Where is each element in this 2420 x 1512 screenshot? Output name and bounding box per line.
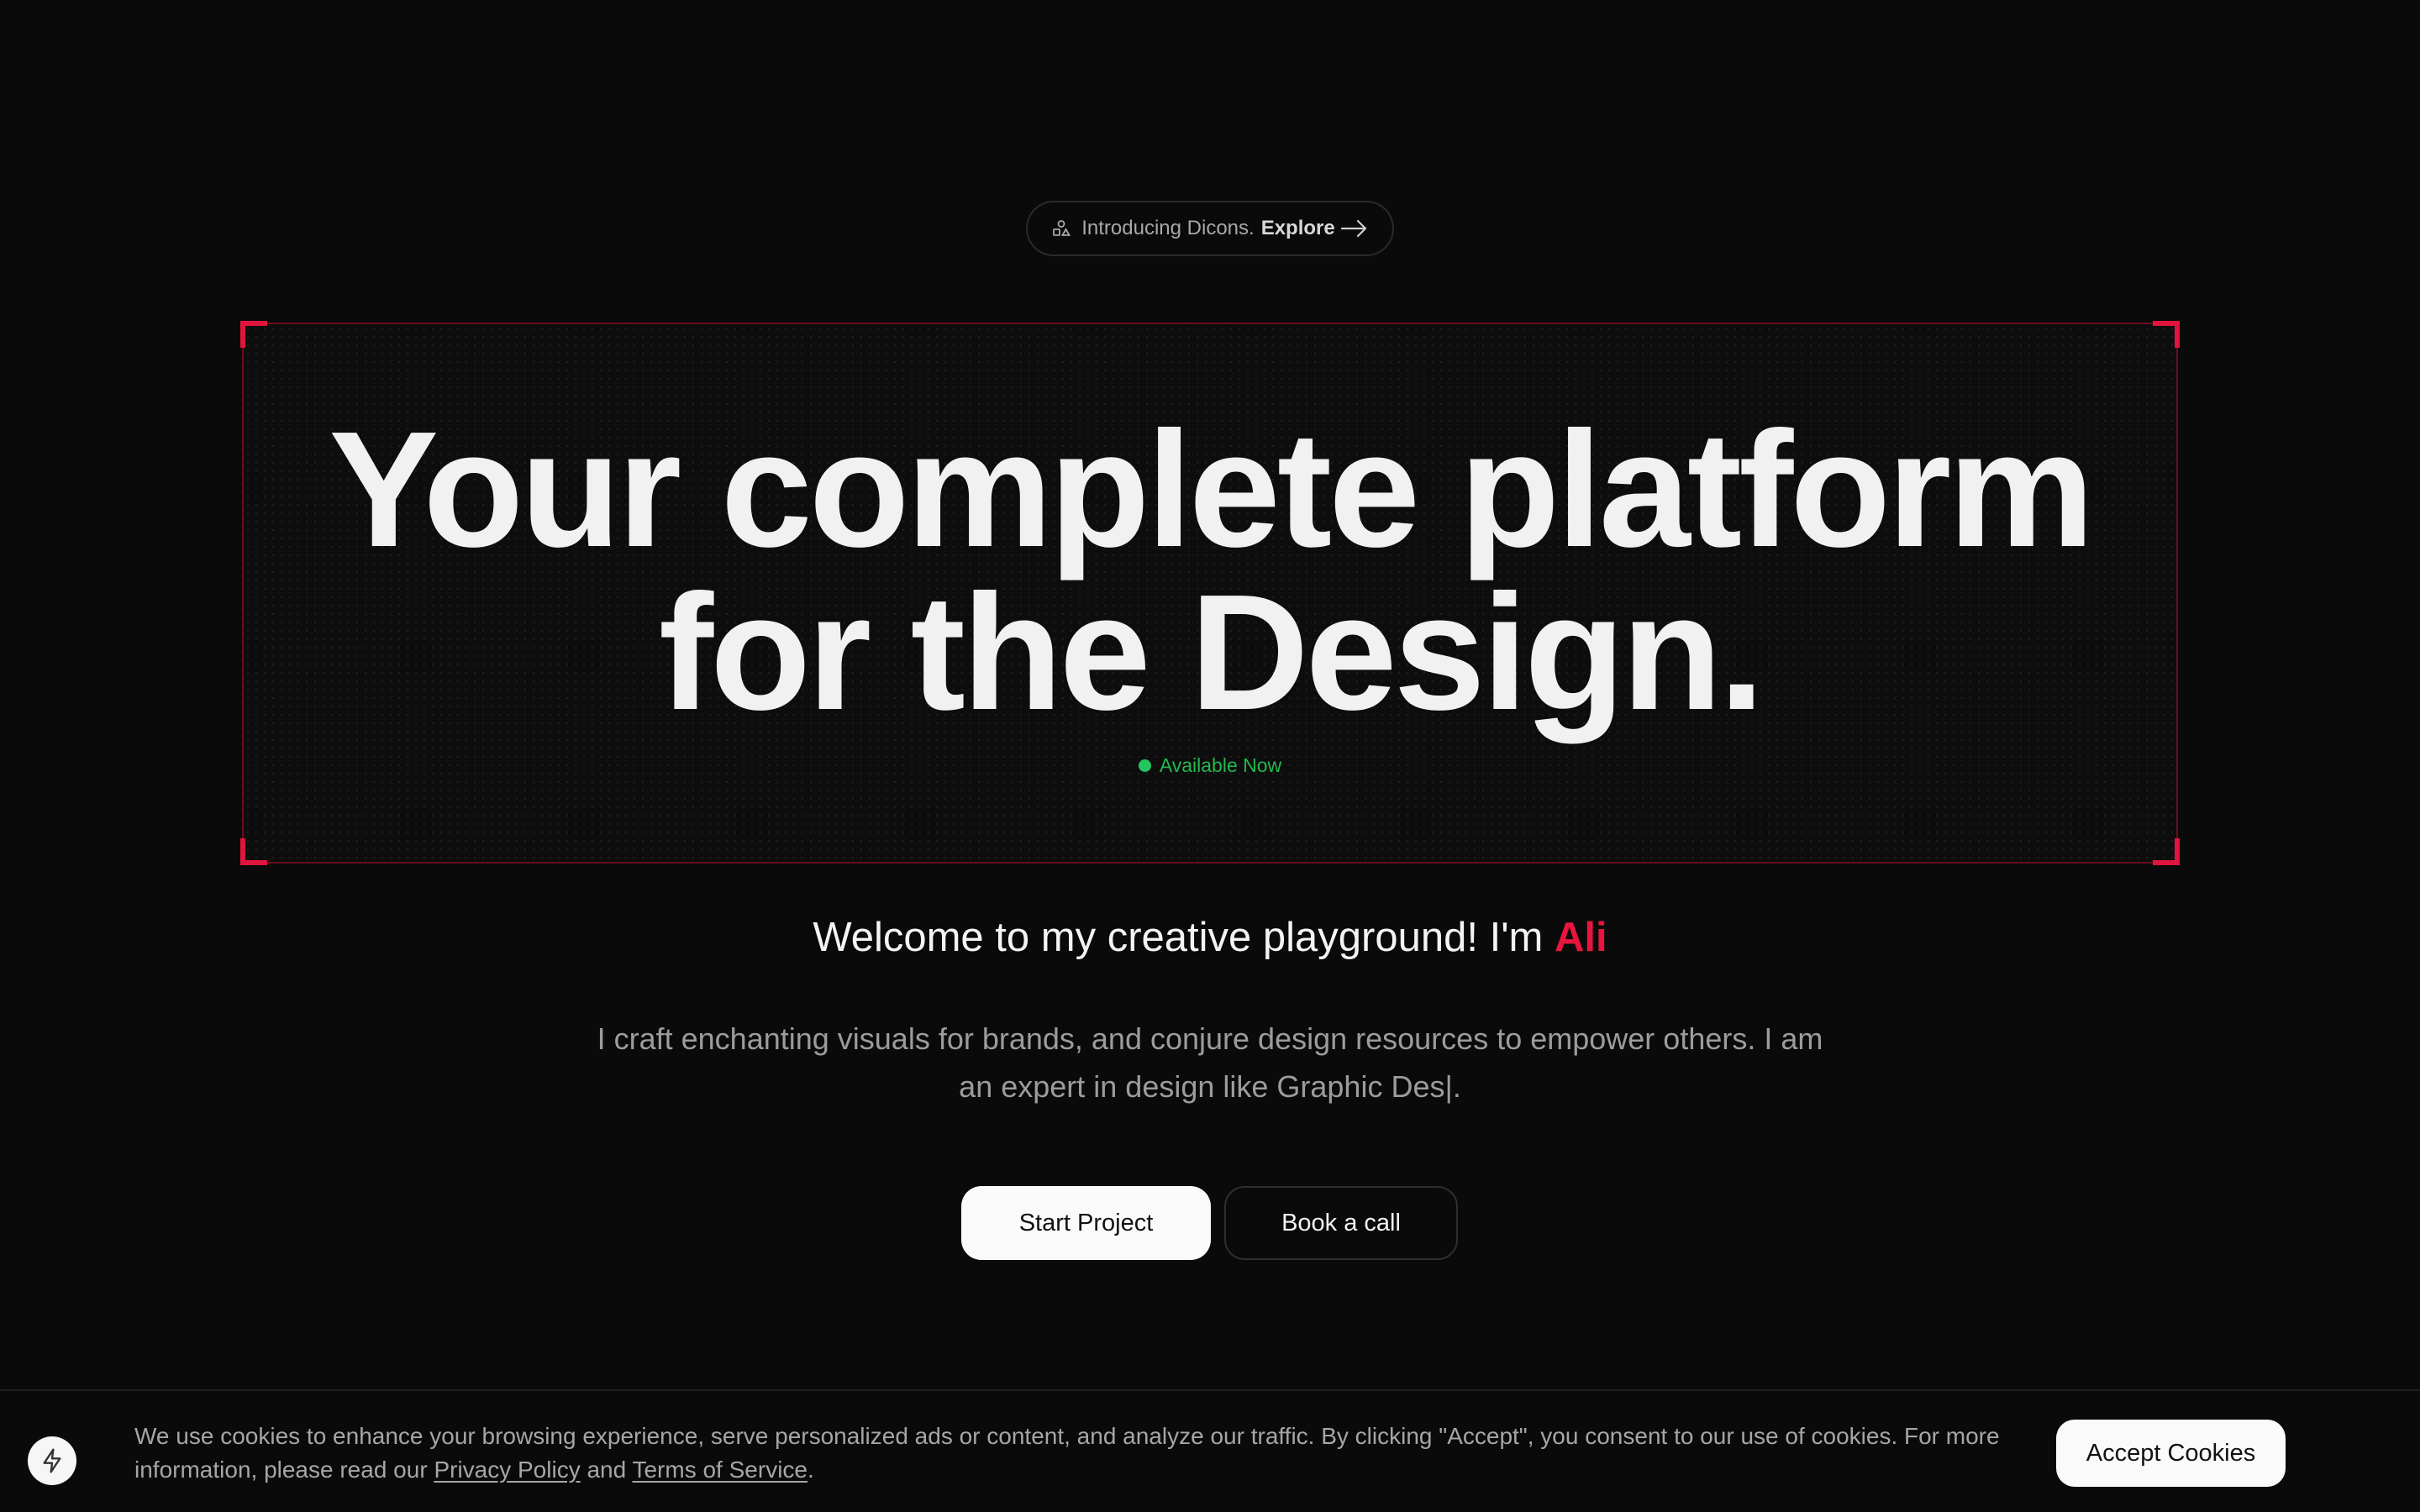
hero-headline: Your complete platform for the Design. [244,397,2176,744]
headline-line-1: Your complete platform [329,397,2094,581]
landing-page: Introducing Dicons. Explore Your complet… [0,0,2420,1512]
start-project-button[interactable]: Start Project [961,1186,1211,1260]
welcome-heading: Welcome to my creative playground! I'm A… [0,914,2420,961]
availability-status: Available Now [244,754,2176,777]
frame-corner-top-left [240,321,267,348]
cookie-period: . [807,1457,814,1483]
privacy-policy-link[interactable]: Privacy Policy [434,1457,580,1483]
terms-of-service-link[interactable]: Terms of Service [632,1457,808,1483]
bio-paragraph: I craft enchanting visuals for brands, a… [597,1021,1823,1104]
explore-link[interactable]: Explore [1261,217,1335,240]
cookie-message: We use cookies to enhance your browsing … [134,1420,2050,1487]
cookie-text: We use cookies to enhance your browsing … [134,1423,2000,1483]
frame-corner-bottom-left [240,838,267,865]
status-text: Available Now [1159,754,1282,776]
lightning-icon[interactable] [28,1436,76,1485]
announcement-pill[interactable]: Introducing Dicons. Explore [1026,201,1394,256]
arrow-right-icon [1340,218,1369,239]
hero-frame: Your complete platform for the Design. A… [240,321,2180,865]
announcement-text: Introducing Dicons. [1081,217,1255,239]
welcome-text: Welcome to my creative playground! I'm [813,915,1544,960]
frame-corner-bottom-right [2153,838,2180,865]
shapes-icon [1051,218,1071,239]
headline-line-2: for the Design. [658,560,1765,744]
accept-cookies-button[interactable]: Accept Cookies [2056,1420,2286,1487]
cookie-banner: We use cookies to enhance your browsing … [0,1389,2420,1512]
status-dot-icon [1138,759,1151,772]
book-call-button[interactable]: Book a call [1224,1186,1458,1260]
author-name: Ali [1555,915,1607,960]
frame-corner-top-right [2153,321,2180,348]
cookie-and-text: and [587,1457,627,1483]
